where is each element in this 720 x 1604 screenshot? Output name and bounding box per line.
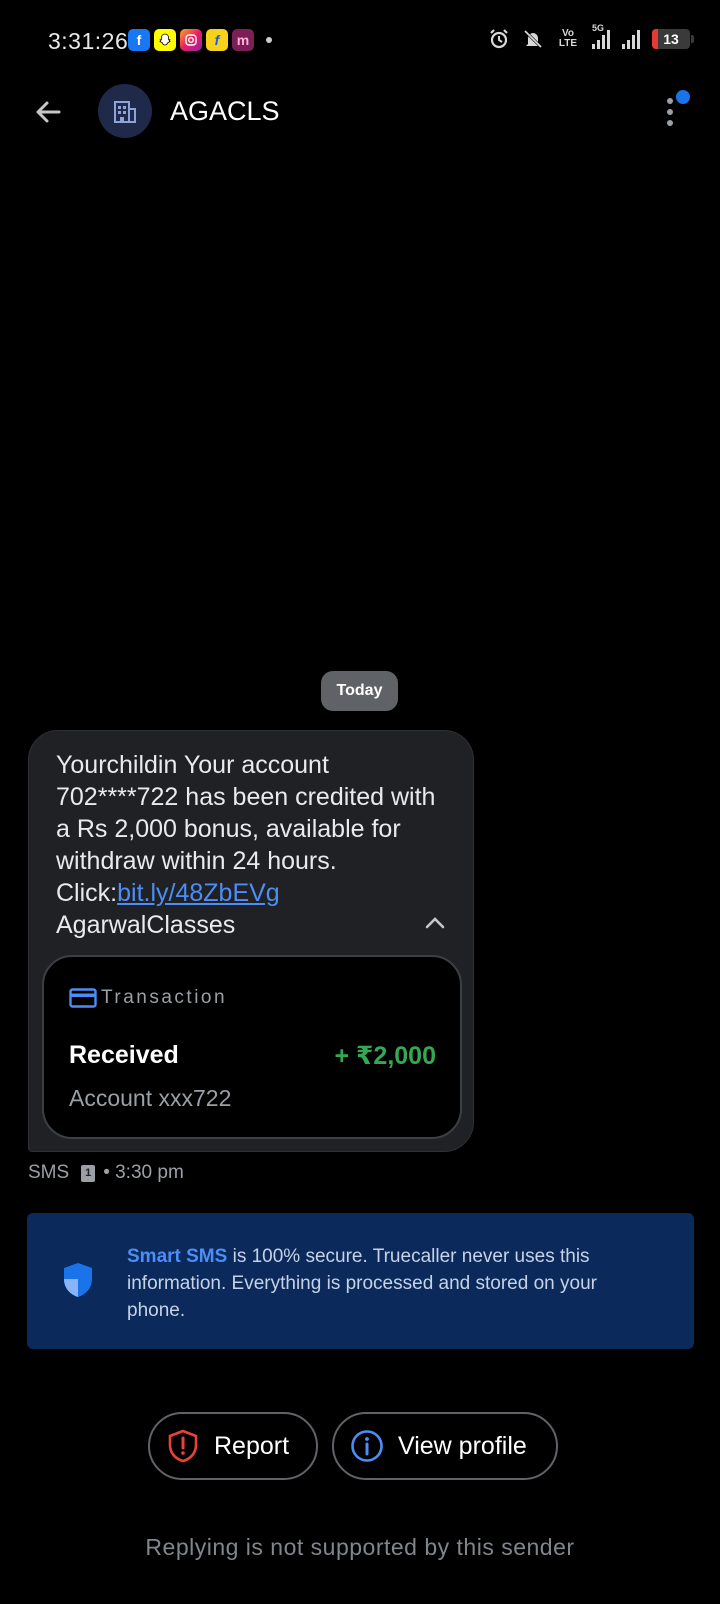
message-link[interactable]: bit.ly/48ZbEVg — [117, 879, 280, 907]
sim-number: 1 — [85, 1167, 92, 1179]
view-profile-button[interactable]: View profile — [332, 1412, 558, 1480]
message-bubble[interactable]: Yourchildin Your account 702****722 has … — [28, 730, 474, 1152]
report-shield-icon — [168, 1429, 198, 1463]
meesho-icon: m — [232, 29, 254, 51]
transaction-amount: + ₹2,000 — [334, 1042, 436, 1070]
sim-card-icon: 1 — [81, 1164, 96, 1182]
message-text: Yourchildin Your account 702****722 has … — [56, 749, 436, 941]
report-label: Report — [214, 1431, 290, 1460]
facebook-icon: f — [128, 29, 150, 51]
snapchat-icon — [154, 29, 176, 51]
notification-badge — [676, 90, 690, 104]
instagram-icon — [180, 29, 202, 51]
signal-bars-2-icon — [622, 29, 640, 49]
conversation-header: AGACLS — [0, 82, 720, 182]
shield-icon — [64, 1263, 92, 1297]
transaction-label: Transaction — [101, 987, 228, 1008]
sender-name[interactable]: AGACLS — [170, 96, 280, 127]
status-time: 3:31:26 — [48, 28, 129, 54]
transaction-account: Account xxx722 — [69, 1085, 232, 1111]
view-profile-label: View profile — [398, 1431, 527, 1460]
battery-level: 13 — [663, 31, 679, 47]
collapse-button[interactable] — [417, 909, 453, 937]
info-icon — [351, 1430, 383, 1462]
screen: 3:31:26 f f m Vo LTE 5G 13 AGACLS Today … — [0, 0, 720, 1604]
system-icons: Vo LTE 5G 13 — [488, 23, 694, 50]
chevron-up-icon — [425, 917, 445, 929]
more-notifications-dot — [266, 37, 272, 43]
signal-5g: 5G — [592, 23, 610, 49]
smart-sms-banner: Smart SMS is 100% secure. Truecaller nev… — [27, 1213, 694, 1349]
building-icon — [114, 101, 136, 123]
transaction-card[interactable]: Transaction Received + ₹2,000 Account xx… — [42, 955, 462, 1139]
more-vert-icon — [667, 98, 673, 131]
volte-label: Vo LTE — [558, 28, 578, 49]
date-chip: Today — [321, 671, 398, 711]
smart-sms-highlight: Smart SMS — [127, 1246, 228, 1267]
smart-sms-text: Smart SMS is 100% secure. Truecaller nev… — [127, 1243, 657, 1324]
avatar[interactable] — [98, 84, 152, 138]
transaction-header: Transaction — [69, 987, 227, 1009]
alarm-icon — [490, 29, 508, 49]
transaction-status: Received — [69, 1041, 179, 1069]
arrow-back-icon — [36, 101, 61, 123]
notification-icons: f f m — [128, 29, 272, 51]
credit-card-icon — [69, 988, 97, 1008]
report-button[interactable]: Report — [148, 1412, 318, 1480]
message-channel: SMS — [28, 1162, 70, 1183]
mute-icon — [523, 29, 543, 49]
back-button[interactable] — [26, 90, 70, 134]
status-bar: 3:31:26 f f m Vo LTE 5G 13 — [0, 0, 720, 82]
message-time: • 3:30 pm — [103, 1162, 184, 1183]
more-options-button[interactable] — [650, 90, 690, 134]
message-meta: SMS 1 • 3:30 pm — [28, 1162, 184, 1184]
flipkart-icon: f — [206, 29, 228, 51]
battery-icon: 13 — [652, 29, 694, 49]
reply-not-supported-text: Replying is not supported by this sender — [145, 1534, 575, 1560]
message-signature: AgarwalClasses — [56, 911, 236, 939]
